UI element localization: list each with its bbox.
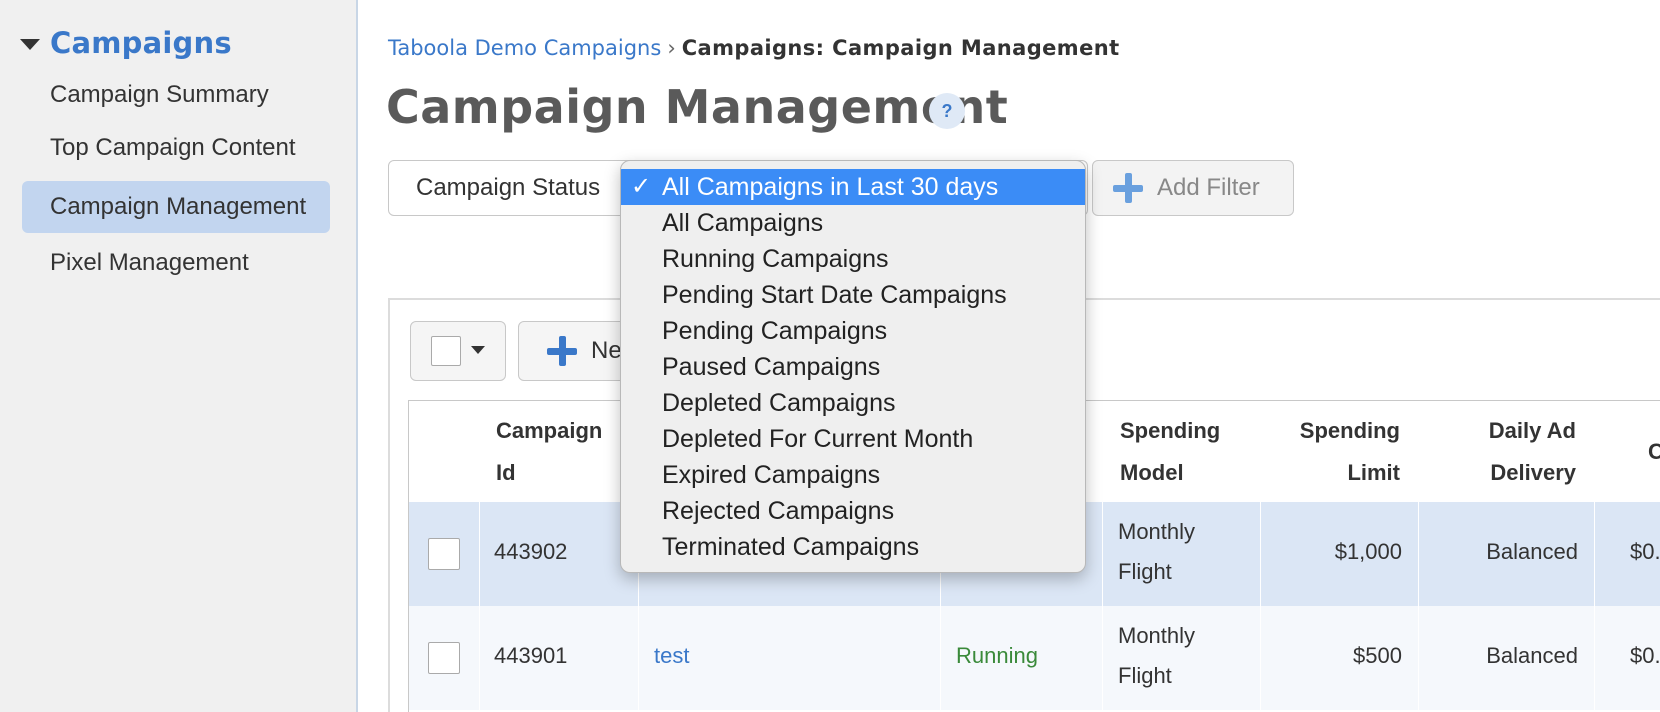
- header-spending-model-1[interactable]: Spending: [1120, 410, 1220, 452]
- dropdown-option[interactable]: Running Campaigns: [621, 241, 1085, 277]
- cell-daily-ad-delivery: Balanced: [1486, 539, 1578, 564]
- add-filter-button[interactable]: Add Filter: [1092, 160, 1294, 216]
- breadcrumb-separator: ›: [667, 36, 676, 60]
- campaign-status-dropdown-menu: ✓ All Campaigns in Last 30 days All Camp…: [620, 160, 1086, 573]
- cell-campaign-name-link[interactable]: test: [654, 636, 689, 676]
- cell-spending-model: Flight: [1118, 559, 1172, 584]
- breadcrumb-current: Campaigns: Campaign Management: [681, 36, 1120, 60]
- column-divider: [1594, 502, 1595, 712]
- dropdown-option[interactable]: Expired Campaigns: [621, 457, 1085, 493]
- dropdown-option-selected[interactable]: ✓ All Campaigns in Last 30 days: [621, 169, 1085, 205]
- dropdown-option-label: All Campaigns in Last 30 days: [662, 173, 999, 201]
- dropdown-option[interactable]: Pending Campaigns: [621, 313, 1085, 349]
- header-campaign-id-2[interactable]: Id: [496, 452, 516, 494]
- breadcrumb: Taboola Demo Campaigns › Campaigns: Campai…: [388, 36, 1120, 60]
- cell-status: Running: [956, 643, 1038, 668]
- sidebar-item-campaign-management[interactable]: Campaign Management: [22, 181, 330, 233]
- cell-truncated: $0.: [1630, 539, 1660, 564]
- cell-spending-model: Monthly: [1118, 519, 1196, 544]
- dropdown-option[interactable]: All Campaigns: [621, 205, 1085, 241]
- dropdown-option[interactable]: Rejected Campaigns: [621, 493, 1085, 529]
- dropdown-option[interactable]: Depleted Campaigns: [621, 385, 1085, 421]
- help-icon[interactable]: ?: [929, 93, 965, 129]
- cell-campaign-id: 443901: [494, 643, 568, 668]
- header-campaign-id-1[interactable]: Campaign: [496, 410, 602, 452]
- row-checkbox[interactable]: [428, 538, 460, 570]
- plus-icon: [1113, 173, 1143, 203]
- plus-icon: [547, 336, 577, 366]
- dropdown-option[interactable]: Paused Campaigns: [621, 349, 1085, 385]
- dropdown-option[interactable]: Depleted For Current Month: [621, 421, 1085, 457]
- sidebar-item-campaign-summary[interactable]: Campaign Summary: [22, 69, 330, 121]
- sidebar-section-header[interactable]: Campaigns: [20, 26, 232, 60]
- dropdown-option[interactable]: Terminated Campaigns: [621, 529, 1085, 565]
- header-daily-ad-delivery-2[interactable]: Delivery: [1418, 452, 1576, 494]
- row-checkbox[interactable]: [428, 642, 460, 674]
- select-all-checkbox[interactable]: [431, 336, 461, 366]
- header-daily-ad-delivery-1[interactable]: Daily Ad: [1418, 410, 1576, 452]
- sidebar: Campaigns Campaign Summary Top Campaign …: [0, 0, 358, 712]
- sidebar-section-title[interactable]: Campaigns: [50, 26, 232, 60]
- dropdown-option[interactable]: Pending Start Date Campaigns: [621, 277, 1085, 313]
- caret-down-icon: [471, 346, 485, 354]
- breadcrumb-link[interactable]: Taboola Demo Campaigns: [388, 36, 661, 60]
- cell-spending-model: Monthly: [1118, 623, 1196, 648]
- sidebar-item-top-campaign-content[interactable]: Top Campaign Content: [22, 122, 330, 174]
- cell-spending-model: Flight: [1118, 663, 1172, 688]
- cell-truncated: $0.: [1630, 643, 1660, 668]
- cell-campaign-id: 443902: [494, 539, 568, 564]
- page-title: Campaign Management: [386, 80, 1009, 134]
- cell-spending-limit: $1,000: [1334, 539, 1402, 564]
- add-filter-label: Add Filter: [1157, 174, 1260, 201]
- campaign-status-label: Campaign Status: [416, 174, 601, 201]
- sidebar-item-pixel-management[interactable]: Pixel Management: [22, 237, 330, 289]
- select-all-dropdown[interactable]: [410, 321, 506, 381]
- header-spending-limit-2[interactable]: Limit: [1260, 452, 1400, 494]
- caret-down-icon[interactable]: [20, 38, 40, 50]
- column-divider: [1102, 502, 1103, 712]
- header-truncated[interactable]: C: [1648, 431, 1660, 473]
- header-spending-limit-1[interactable]: Spending: [1260, 410, 1400, 452]
- checkmark-icon: ✓: [631, 173, 652, 200]
- column-divider: [479, 502, 480, 712]
- cell-daily-ad-delivery: Balanced: [1486, 643, 1578, 668]
- header-spending-model-2[interactable]: Model: [1120, 452, 1184, 494]
- cell-spending-limit: $500: [1353, 643, 1402, 668]
